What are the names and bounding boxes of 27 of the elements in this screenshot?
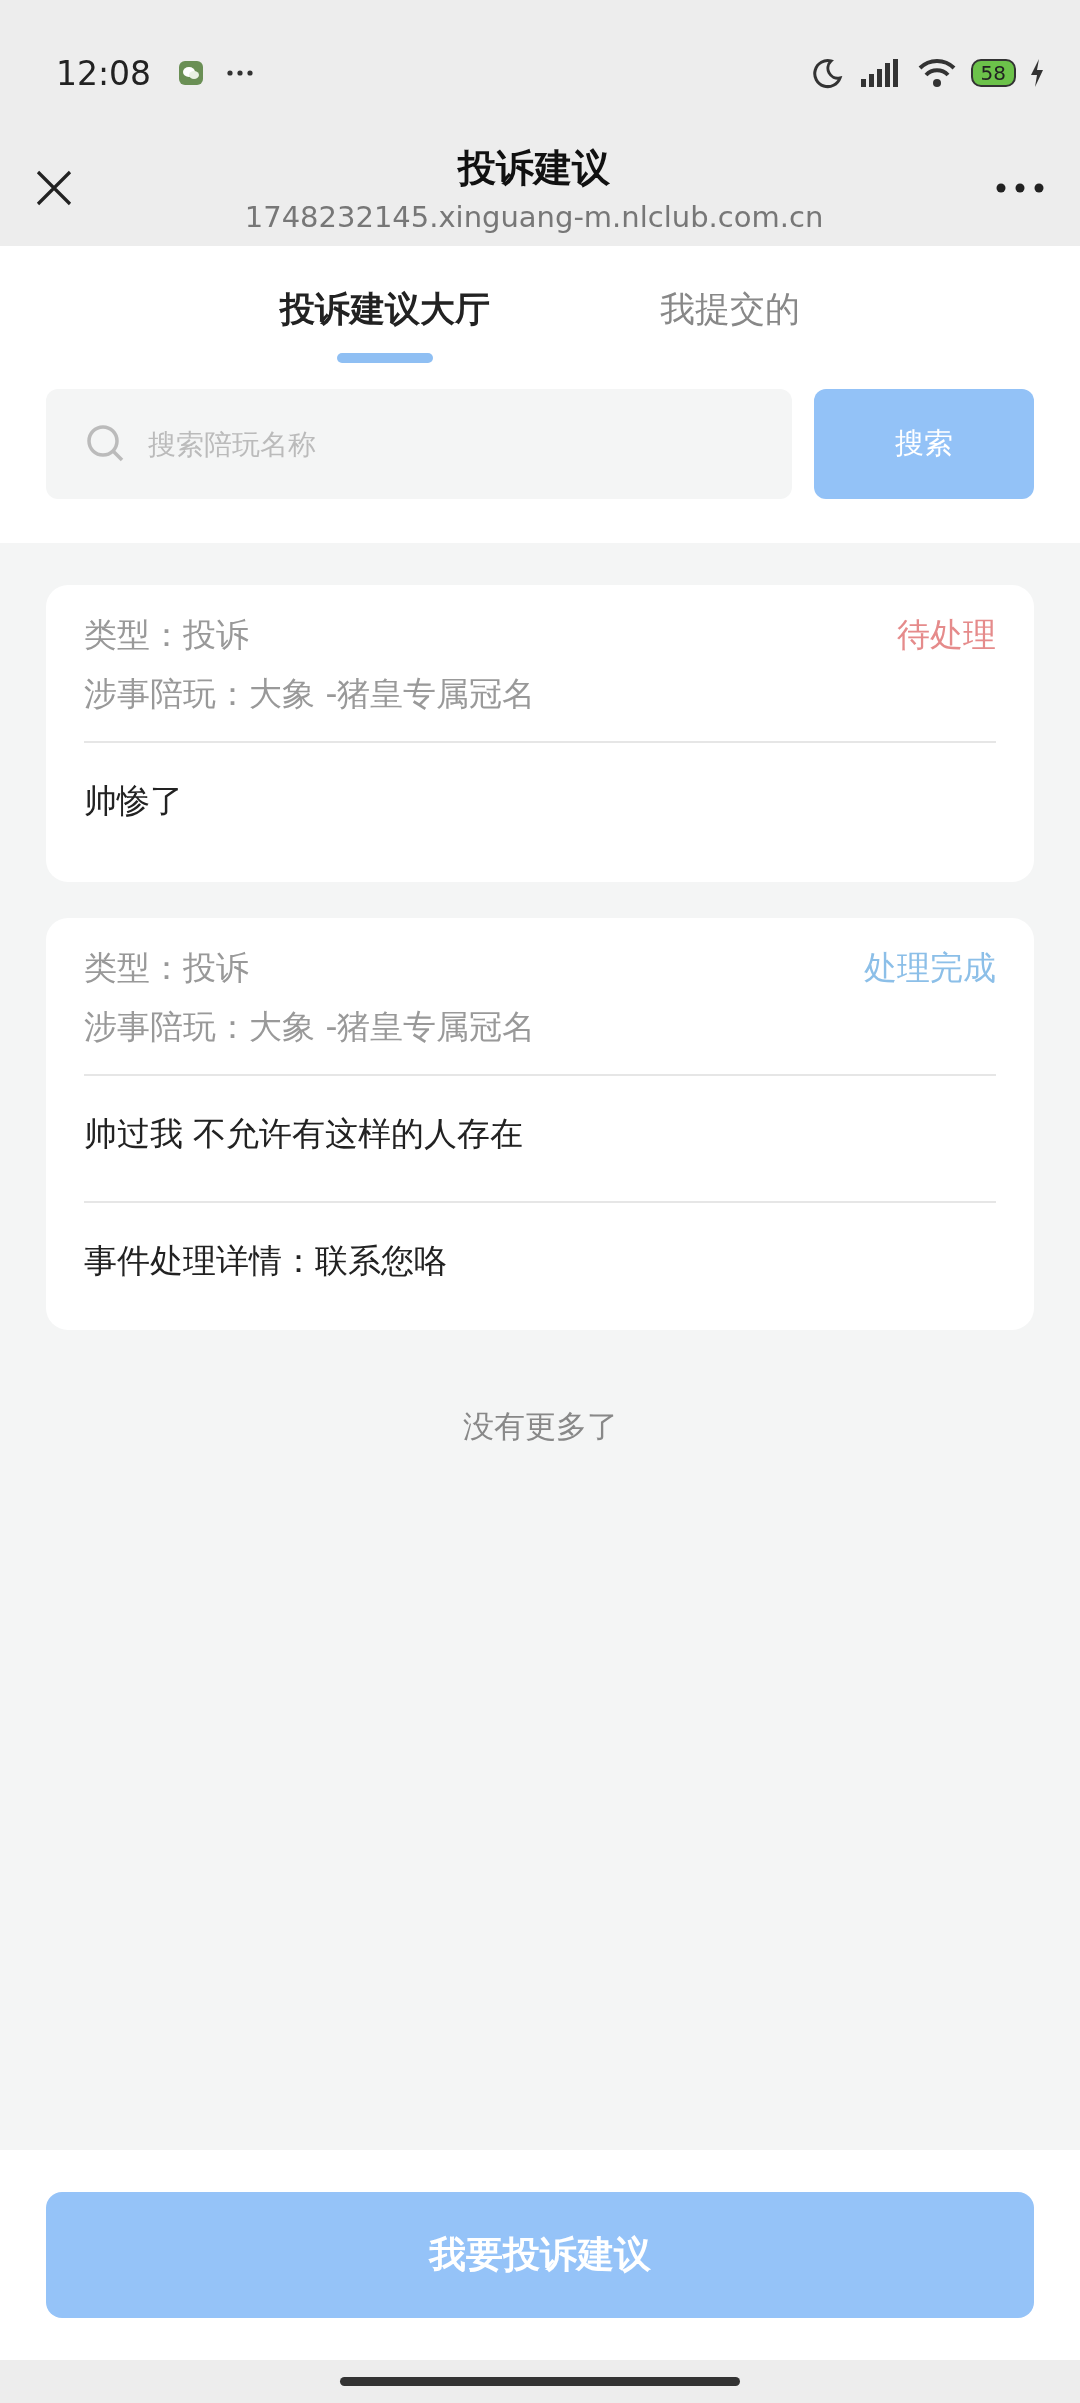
page-title: 投诉建议: [458, 144, 610, 192]
handling-detail: 事件处理详情：联系您咯: [84, 1201, 996, 1330]
search-icon: [86, 424, 126, 464]
status-time: 12:08: [56, 53, 152, 93]
tab[interactable]: 我提交的: [660, 286, 800, 363]
submit-complaint-button[interactable]: 我要投诉建议: [46, 2192, 1034, 2318]
close-icon[interactable]: [36, 170, 72, 206]
companion-name: 涉事陪玩：大象 -猪皇专属冠名: [84, 673, 536, 715]
more-icon[interactable]: [996, 183, 1044, 193]
charging-icon: [1030, 59, 1044, 87]
complaint-content: 帅惨了: [84, 780, 184, 822]
tab[interactable]: 投诉建议大厅: [280, 286, 490, 363]
complaint-type: 类型：投诉: [84, 614, 250, 656]
end-of-list-note: 没有更多了: [461, 1407, 619, 1446]
chat-app-icon: [179, 61, 204, 85]
search-button[interactable]: 搜索: [814, 389, 1034, 499]
complaint-content: 帅过我 不允许有这样的人存在: [84, 1113, 525, 1155]
battery-level: 58: [970, 59, 1016, 87]
page-url: 1748232145.xinguang-m.nlclub.com.cn: [244, 199, 824, 234]
complaint-type: 类型：投诉: [84, 947, 250, 989]
status-label: 处理完成: [864, 947, 996, 989]
moon-icon: [810, 57, 843, 89]
more-notifications-icon: [227, 70, 254, 76]
status-label: 待处理: [897, 614, 996, 656]
search-field[interactable]: 搜索陪玩名称: [46, 389, 792, 499]
wifi-icon: [916, 57, 957, 89]
companion-name: 涉事陪玩：大象 -猪皇专属冠名: [84, 1006, 536, 1048]
